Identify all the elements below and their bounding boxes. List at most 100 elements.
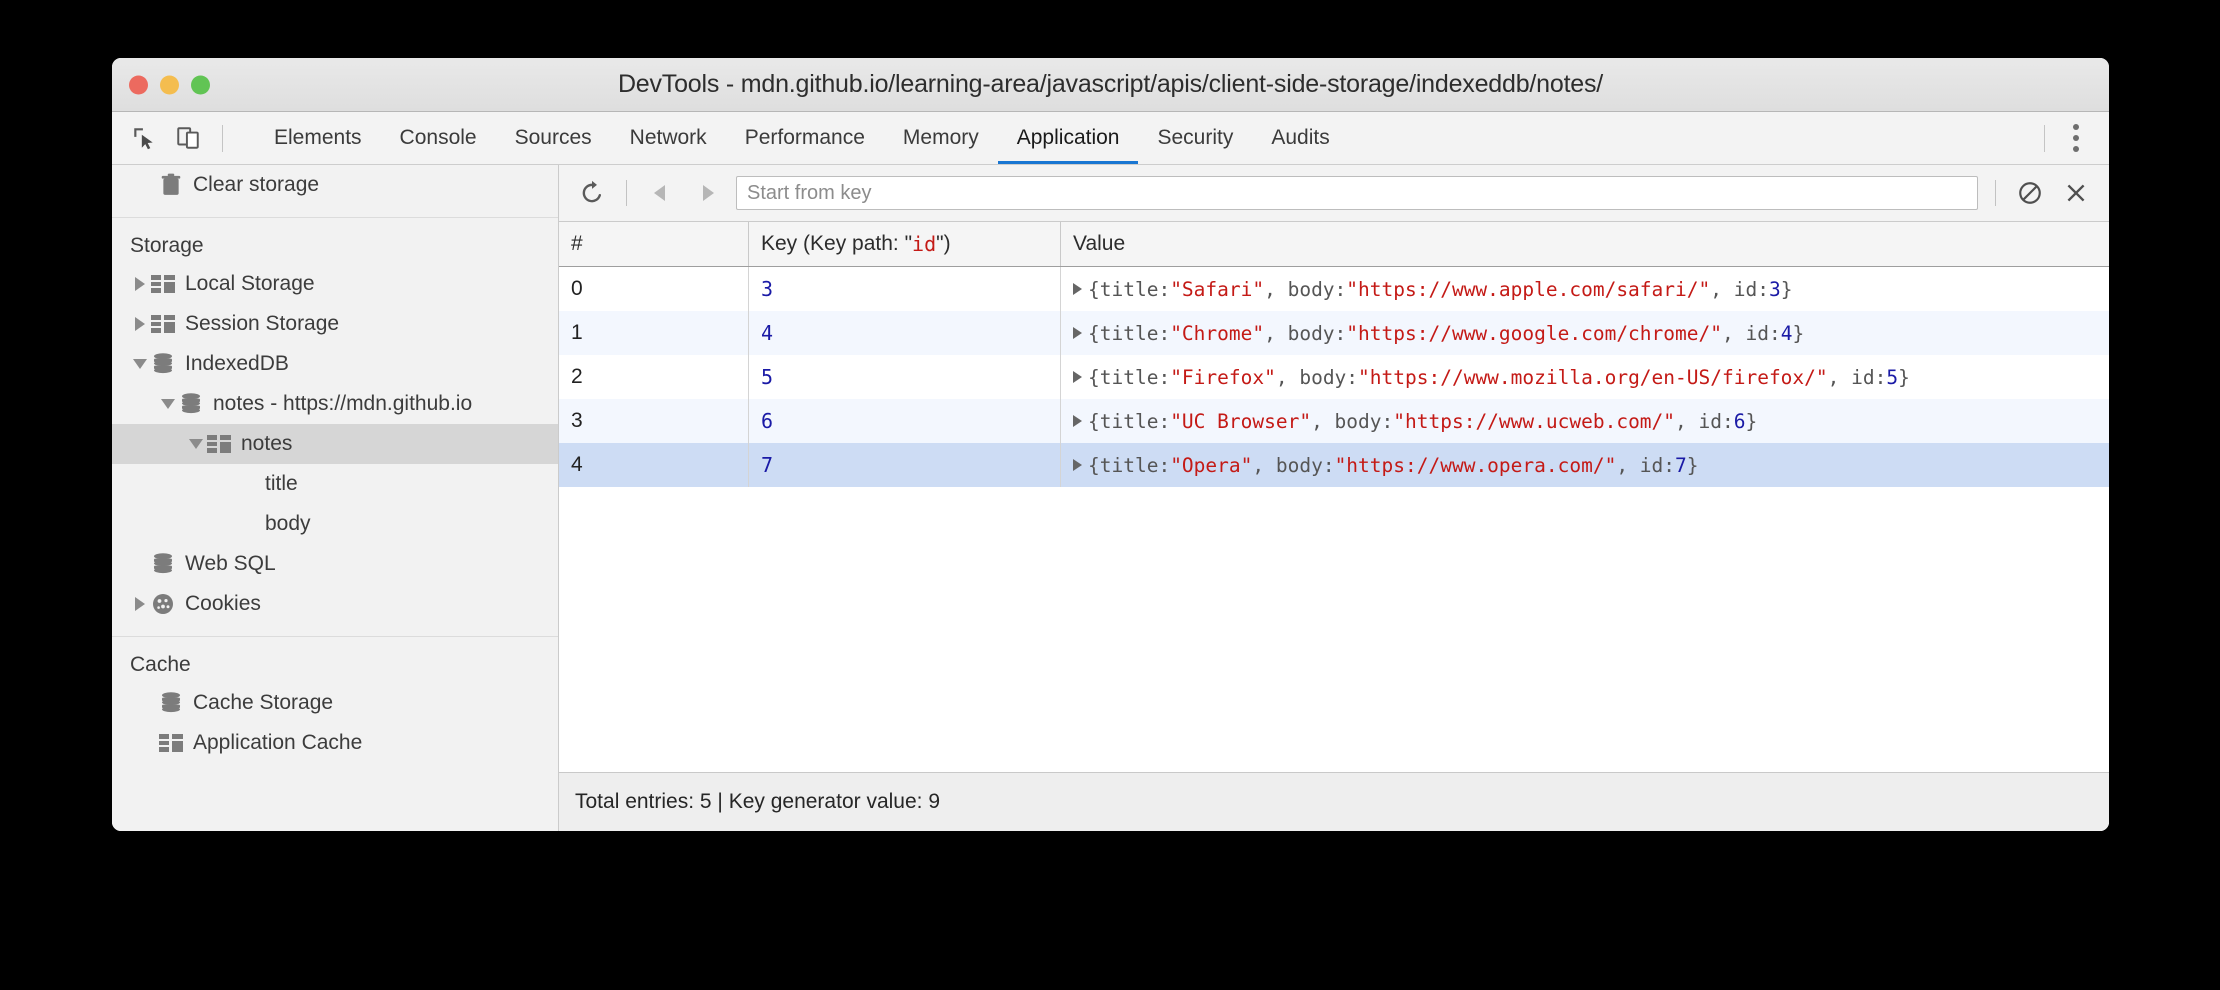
sidebar-item-clear-storage[interactable]: Clear storage: [112, 165, 558, 205]
row-value-cell[interactable]: {title: "UC Browser", body: "https://www…: [1061, 399, 2109, 443]
value-token-str: "Safari": [1170, 278, 1264, 301]
database-icon: [150, 553, 176, 575]
sidebar-item-notes-database[interactable]: notes - https://mdn.github.io: [112, 384, 558, 424]
row-value-cell[interactable]: {title: "Firefox", body: "https://www.mo…: [1061, 355, 2109, 399]
value-token-plain: , body:: [1264, 278, 1346, 301]
sidebar-item-local-storage[interactable]: Local Storage: [112, 264, 558, 304]
tab-label: Elements: [274, 126, 362, 150]
table-row[interactable]: 25{title: "Firefox", body: "https://www.…: [559, 355, 2109, 399]
previous-page-icon[interactable]: [644, 176, 678, 210]
table-row[interactable]: 36{title: "UC Browser", body: "https://w…: [559, 399, 2109, 443]
row-value-cell[interactable]: {title: "Safari", body: "https://www.app…: [1061, 267, 2109, 311]
minimize-window-button[interactable]: [160, 75, 179, 94]
value-token-plain: {title:: [1088, 322, 1170, 345]
row-index-cell: 4: [559, 443, 749, 487]
chevron-down-icon[interactable]: [186, 439, 206, 449]
row-key-cell[interactable]: 4: [749, 311, 1061, 355]
value-token-plain: , id:: [1675, 410, 1734, 433]
row-key-cell[interactable]: 7: [749, 443, 1061, 487]
table-icon: [150, 275, 176, 293]
devtools-tool-icons: [112, 112, 241, 164]
table-row[interactable]: 14{title: "Chrome", body: "https://www.g…: [559, 311, 2109, 355]
sidebar-item-session-storage[interactable]: Session Storage: [112, 304, 558, 344]
chevron-right-icon[interactable]: [130, 317, 150, 331]
sidebar-item-label: notes: [241, 432, 292, 456]
chevron-right-icon[interactable]: [130, 597, 150, 611]
chevron-right-icon[interactable]: [1073, 283, 1082, 295]
row-key-cell[interactable]: 3: [749, 267, 1061, 311]
value-token-num: 5: [1886, 366, 1898, 389]
sidebar-item-notes-objectstore[interactable]: notes: [112, 424, 558, 464]
close-window-button[interactable]: [129, 75, 148, 94]
table-row[interactable]: 0 3{title: "Safari", body: "https://www.a…: [559, 267, 2109, 311]
table-row[interactable]: 4 7{title: "Opera", body: "https://www.op…: [559, 443, 2109, 487]
row-value-cell[interactable]: {title: "Chrome", body: "https://www.goo…: [1061, 311, 2109, 355]
sidebar-item-application-cache[interactable]: Application Cache: [112, 723, 558, 763]
sidebar-item-label: Session Storage: [185, 312, 339, 336]
chevron-right-icon[interactable]: [1073, 415, 1082, 427]
sidebar-item-label: notes - https://mdn.github.io: [213, 392, 472, 416]
sidebar-section-cache: Cache Cache Storage: [112, 637, 558, 775]
refresh-icon[interactable]: [575, 176, 609, 210]
value-token-num: 3: [1769, 278, 1781, 301]
column-header-value[interactable]: Value: [1061, 222, 2109, 266]
chevron-right-icon[interactable]: [130, 277, 150, 291]
column-header-key[interactable]: Key (Key path: "id"): [749, 222, 1061, 266]
value-token-num: 6: [1734, 410, 1746, 433]
tab-memory[interactable]: Memory: [884, 112, 998, 164]
table-icon: [158, 734, 184, 752]
device-toolbar-icon[interactable]: [174, 124, 202, 152]
chevron-right-icon[interactable]: [1073, 327, 1082, 339]
table-icon: [150, 315, 176, 333]
chevron-down-icon[interactable]: [158, 399, 178, 409]
delete-selected-icon[interactable]: [2059, 176, 2093, 210]
row-key-value: 6: [761, 409, 773, 433]
window-controls: [129, 75, 210, 94]
value-token-plain: {title:: [1088, 278, 1170, 301]
chevron-right-icon[interactable]: [1073, 371, 1082, 383]
chevron-down-icon[interactable]: [130, 359, 150, 369]
tab-performance[interactable]: Performance: [726, 112, 884, 164]
sidebar-item-index-title[interactable]: title: [112, 464, 558, 504]
chevron-right-icon[interactable]: [1073, 459, 1082, 471]
tab-application[interactable]: Application: [998, 112, 1139, 164]
tab-console[interactable]: Console: [381, 112, 496, 164]
toolbar-divider-2: [1995, 180, 1996, 206]
column-header-index[interactable]: #: [559, 222, 749, 266]
column-header-keypath: id: [912, 232, 936, 256]
sidebar-item-cache-storage[interactable]: Cache Storage: [112, 683, 558, 723]
row-value-cell[interactable]: {title: "Opera", body: "https://www.oper…: [1061, 443, 2109, 487]
value-token-plain: }: [1792, 322, 1804, 345]
objectstore-toolbar: [559, 165, 2109, 222]
database-icon: [150, 353, 176, 375]
inspect-element-icon[interactable]: [130, 124, 158, 152]
row-key-cell[interactable]: 5: [749, 355, 1061, 399]
tab-network[interactable]: Network: [611, 112, 726, 164]
row-key-cell[interactable]: 6: [749, 399, 1061, 443]
row-index-value: 0: [571, 277, 583, 301]
tab-audits[interactable]: Audits: [1252, 112, 1348, 164]
toolbar-divider: [222, 125, 223, 152]
sidebar-item-label: body: [265, 512, 311, 536]
tab-label: Performance: [745, 126, 865, 150]
row-index-cell: 0: [559, 267, 749, 311]
sidebar-item-web-sql[interactable]: Web SQL: [112, 544, 558, 584]
window-titlebar: DevTools - mdn.github.io/learning-area/j…: [112, 58, 2109, 112]
clear-object-store-icon[interactable]: [2013, 176, 2047, 210]
sidebar-item-indexeddb[interactable]: IndexedDB: [112, 344, 558, 384]
next-page-icon[interactable]: [690, 176, 724, 210]
tab-security[interactable]: Security: [1138, 112, 1252, 164]
row-index-value: 4: [571, 453, 583, 477]
start-from-key-input[interactable]: [736, 176, 1978, 210]
row-index-cell: 1: [559, 311, 749, 355]
datagrid-header: # Key (Key path: "id") Value: [559, 222, 2109, 267]
zoom-window-button[interactable]: [191, 75, 210, 94]
database-icon: [178, 393, 204, 415]
tab-elements[interactable]: Elements: [255, 112, 381, 164]
sidebar-item-index-body[interactable]: body: [112, 504, 558, 544]
more-options-icon[interactable]: [2063, 118, 2089, 158]
sidebar-item-label: title: [265, 472, 298, 496]
tab-sources[interactable]: Sources: [496, 112, 611, 164]
sidebar-item-label: Cache Storage: [193, 691, 333, 715]
sidebar-item-cookies[interactable]: Cookies: [112, 584, 558, 624]
